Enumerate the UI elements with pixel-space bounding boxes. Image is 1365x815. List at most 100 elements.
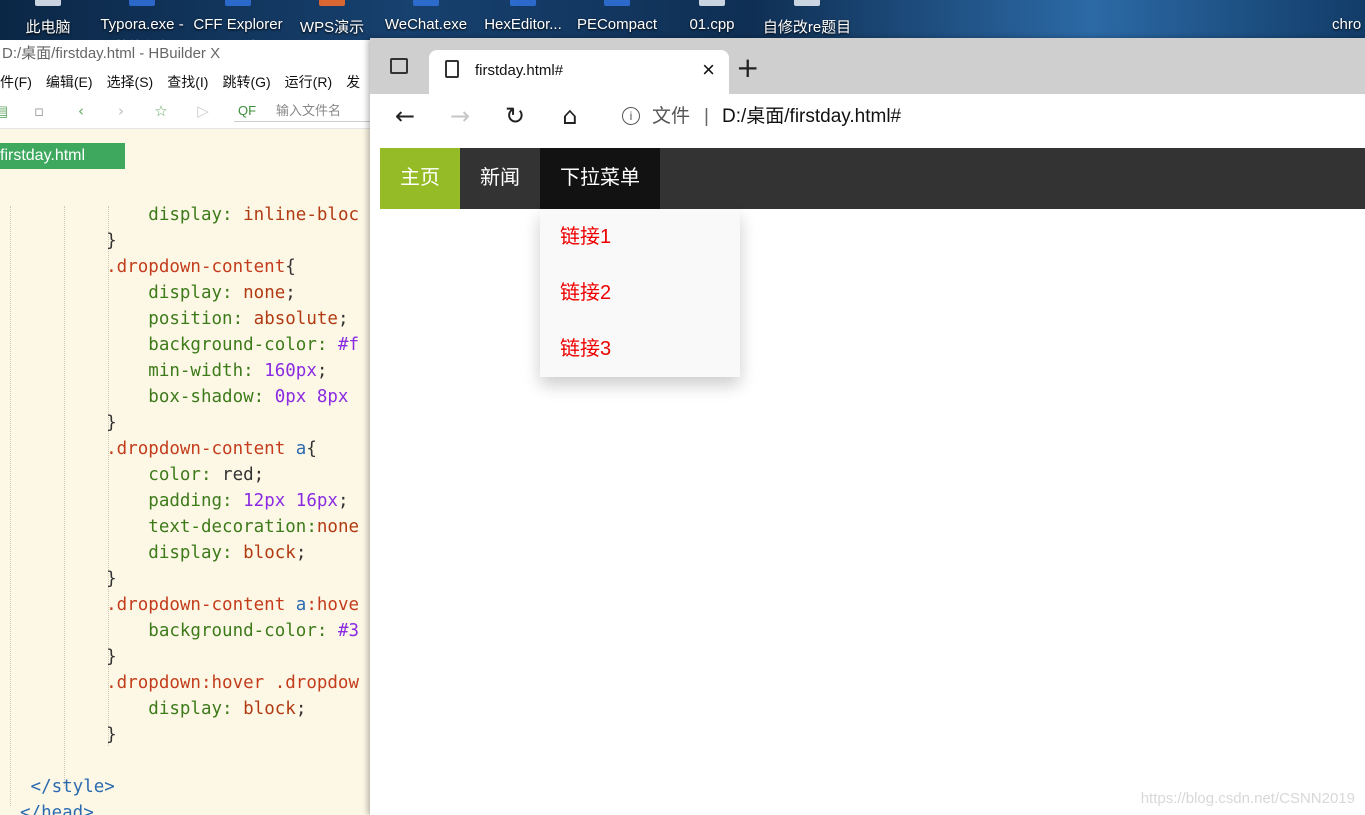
- editor-menu-bar: 件(F) 编辑(E) 选择(S) 查找(I) 跳转(G) 运行(R) 发: [0, 68, 370, 96]
- menu-publish[interactable]: 发: [346, 68, 360, 96]
- dropdown-link-1[interactable]: 链接1: [540, 209, 740, 265]
- code-line[interactable]: .dropdown-content a{: [64, 436, 317, 462]
- menu-select[interactable]: 选择(S): [107, 68, 154, 96]
- star-icon[interactable]: ☆: [154, 104, 168, 119]
- nav-link-home[interactable]: 主页: [380, 148, 460, 209]
- new-file-icon[interactable]: ▤: [0, 104, 8, 119]
- code-token: block: [243, 699, 296, 719]
- code-line[interactable]: background-color: #f: [64, 332, 359, 358]
- menu-goto[interactable]: 跳转(G): [222, 68, 270, 96]
- forward-button[interactable]: →: [444, 100, 476, 132]
- menu-run[interactable]: 运行(R): [285, 68, 332, 96]
- code-token: display:: [64, 206, 244, 225]
- desktop-icon-pecompact[interactable]: PECompact: [574, 0, 660, 40]
- code-token: absolute: [253, 309, 338, 329]
- save-icon[interactable]: ▫: [32, 104, 46, 119]
- menu-find[interactable]: 查找(I): [167, 68, 208, 96]
- back-icon[interactable]: ‹: [74, 104, 88, 119]
- code-token: #3: [337, 621, 360, 641]
- browser-window: firstday.html# × + ← → ↻ ⌂ i 文件 | D:/桌面/…: [370, 38, 1365, 815]
- code-line[interactable]: padding: 12px 16px;: [64, 488, 348, 514]
- new-tab-button[interactable]: +: [736, 54, 759, 82]
- code-line[interactable]: box-shadow: 0px 8px: [64, 384, 348, 410]
- code-token: </head>: [20, 803, 94, 815]
- desktop-icon-this-pc[interactable]: 此电脑: [22, 0, 74, 40]
- editor-toolbar: ▤ ▫ ‹ › ☆ ▷ QF 输入文件名: [0, 96, 370, 129]
- wps-icon: [319, 0, 345, 6]
- code-token: text-decoration:: [64, 517, 317, 537]
- shortcut-icon: [129, 0, 155, 6]
- code-token: #f: [337, 335, 360, 355]
- code-line[interactable]: display: none;: [64, 280, 296, 306]
- search-icon: QF: [238, 103, 257, 118]
- tab-actions-icon[interactable]: [390, 58, 408, 74]
- hex-editor-icon: [510, 0, 536, 6]
- dropdown-link-2[interactable]: 链接2: [540, 265, 740, 321]
- code-token: padding:: [64, 491, 244, 511]
- desktop-icon-wps[interactable]: WPS演示: [298, 0, 366, 40]
- code-line[interactable]: .dropdown-content a:hove: [64, 592, 359, 618]
- code-line[interactable]: }: [64, 644, 117, 670]
- browser-tab-bar: firstday.html# × +: [370, 38, 1365, 94]
- info-icon[interactable]: i: [622, 107, 640, 125]
- desktop-icon-cff-explorer[interactable]: CFF ExplorerVIIIx64位汉: [190, 0, 286, 54]
- code-line[interactable]: display: block;: [64, 540, 306, 566]
- code-line[interactable]: .dropdown-content{: [64, 254, 296, 280]
- desktop-icon-re-folder[interactable]: 自修改re题目: [760, 0, 854, 40]
- back-button[interactable]: ←: [389, 100, 421, 132]
- code-token: }: [64, 231, 117, 251]
- dropdown-button[interactable]: 下拉菜单: [540, 148, 660, 209]
- tab-title: firstday.html#: [475, 62, 564, 79]
- indent-guide: [10, 206, 11, 806]
- code-area[interactable]: display: inline-bloc } .dropdown-content…: [0, 206, 370, 815]
- code-line[interactable]: }: [64, 566, 117, 592]
- code-token: none: [243, 283, 286, 303]
- code-token: min-width:: [64, 361, 265, 381]
- dropdown-link-3[interactable]: 链接3: [540, 321, 740, 377]
- close-icon[interactable]: ×: [702, 58, 715, 82]
- desktop-icon-strip: 此电脑 Typora.exe -快捷方式 CFF ExplorerVIIIx64…: [0, 0, 1365, 54]
- address-bar[interactable]: i 文件 | D:/桌面/firstday.html#: [606, 98, 1365, 136]
- address-separator: |: [704, 106, 709, 127]
- code-line[interactable]: }: [64, 410, 117, 436]
- desktop-icon-typora[interactable]: Typora.exe -快捷方式: [96, 0, 188, 54]
- file-icon: [699, 0, 725, 6]
- code-line[interactable]: .dropdown:hover .dropdow: [64, 670, 359, 696]
- tab-firstday-html[interactable]: firstday.html: [0, 143, 125, 169]
- code-line[interactable]: min-width: 160px;: [64, 358, 327, 384]
- run-icon[interactable]: ▷: [196, 104, 210, 119]
- tab-firstday[interactable]: firstday.html# ×: [429, 50, 729, 94]
- forward-icon[interactable]: ›: [114, 104, 128, 119]
- code-line[interactable]: position: absolute;: [64, 306, 348, 332]
- code-line[interactable]: display: block;: [64, 696, 306, 722]
- code-token: ;: [285, 283, 296, 303]
- code-token: ;: [295, 699, 307, 719]
- desktop-icon-hexeditor[interactable]: HexEditor...: [478, 0, 568, 40]
- nav-link-news[interactable]: 新闻: [460, 148, 540, 209]
- code-token: </style>: [20, 777, 115, 797]
- code-token: inline-bloc: [243, 206, 360, 225]
- menu-file[interactable]: 件(F): [0, 68, 32, 96]
- code-token: box-shadow:: [64, 387, 275, 407]
- code-line[interactable]: text-decoration:none: [64, 514, 359, 540]
- code-token: red: [222, 465, 254, 485]
- reload-button[interactable]: ↻: [499, 100, 531, 132]
- code-token: :hove: [306, 595, 360, 615]
- desktop-icon-chrome[interactable]: chro: [1332, 0, 1365, 40]
- address-scheme: 文件: [652, 106, 691, 127]
- desktop-icon-wechat[interactable]: WeChat.exe: [382, 0, 470, 40]
- code-line[interactable]: }: [64, 228, 117, 254]
- browser-toolbar: ← → ↻ ⌂ i 文件 | D:/桌面/firstday.html#: [370, 94, 1365, 139]
- file-search-input[interactable]: QF 输入文件名: [234, 100, 370, 122]
- code-line[interactable]: </style>: [20, 774, 115, 800]
- menu-edit[interactable]: 编辑(E): [46, 68, 93, 96]
- code-line[interactable]: }: [64, 722, 117, 748]
- code-token: a: [295, 439, 307, 459]
- address-url[interactable]: D:/桌面/firstday.html#: [722, 98, 901, 136]
- code-line[interactable]: color: red;: [64, 462, 264, 488]
- code-line[interactable]: display: inline-bloc: [64, 206, 359, 228]
- code-line[interactable]: </head>: [20, 800, 94, 815]
- desktop-icon-01-cpp[interactable]: 01.cpp: [684, 0, 740, 40]
- home-button[interactable]: ⌂: [554, 100, 586, 132]
- code-line[interactable]: background-color: #3: [64, 618, 359, 644]
